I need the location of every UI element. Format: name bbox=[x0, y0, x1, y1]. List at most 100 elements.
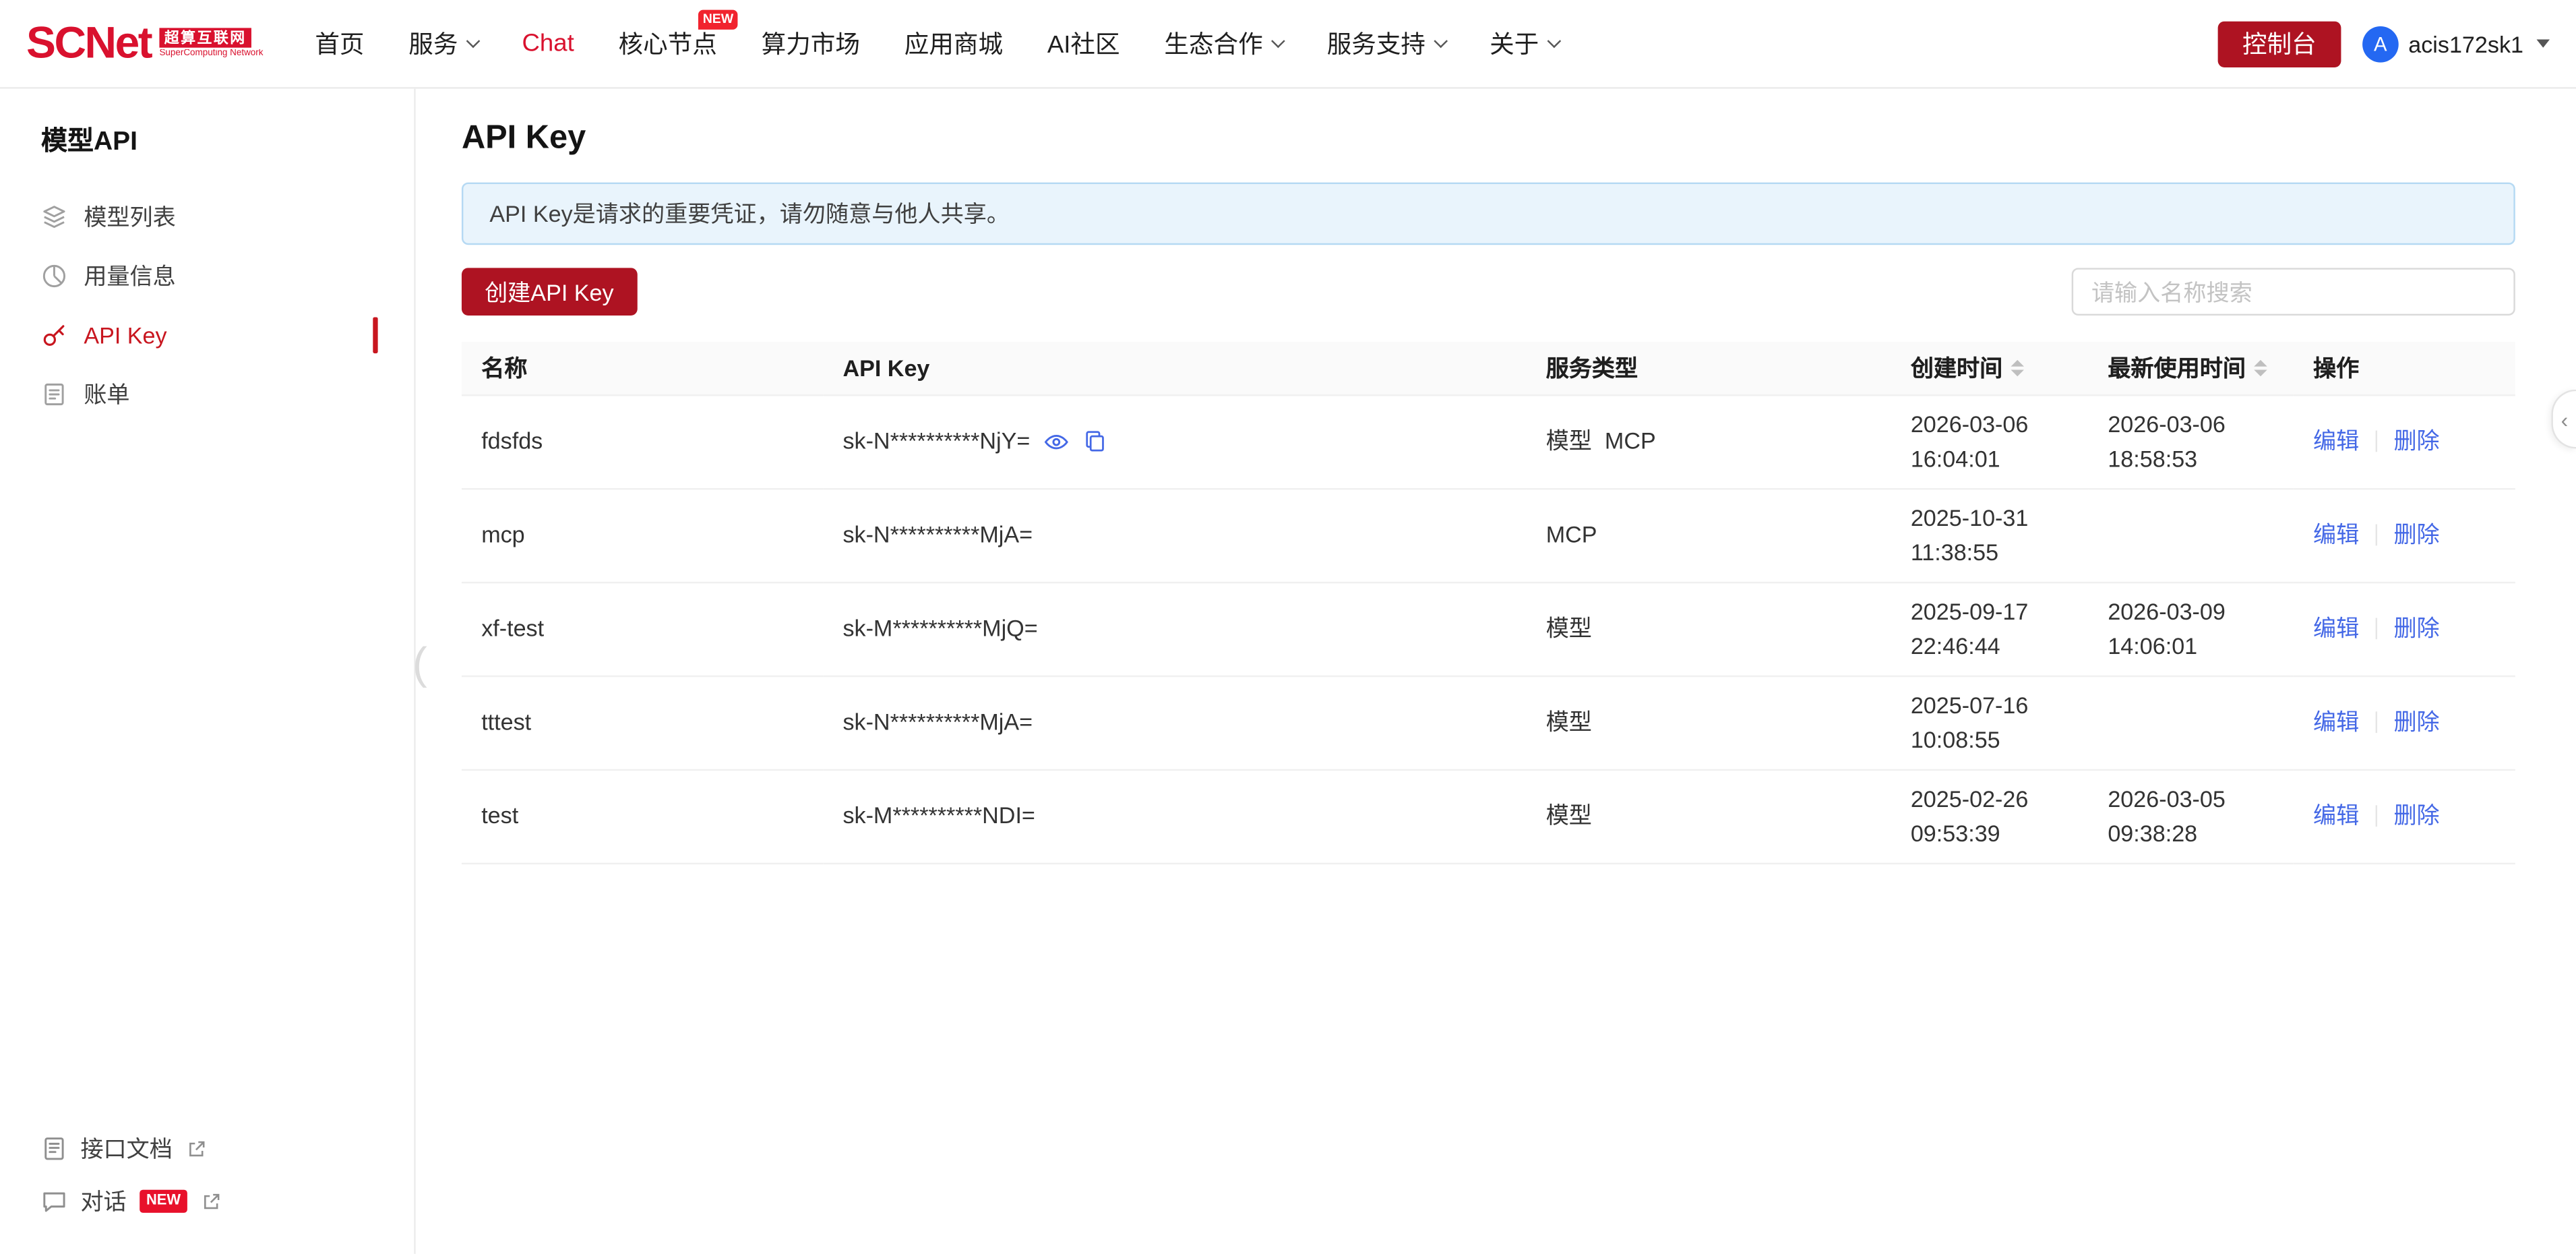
cell-service-type: 模型 bbox=[1526, 676, 1891, 769]
cell-name: xf-test bbox=[462, 582, 823, 676]
page-title: API Key bbox=[462, 115, 2515, 161]
date-line: 2026-03-06 bbox=[2108, 407, 2273, 441]
time-line: 11:38:55 bbox=[1911, 535, 2068, 569]
time-line: 09:53:39 bbox=[1911, 816, 2068, 850]
sort-desc-icon bbox=[2011, 369, 2025, 376]
username: acis172sk1 bbox=[2408, 30, 2523, 57]
cell-last-used-time bbox=[2088, 676, 2294, 769]
cell-actions: 编辑 删除 bbox=[2294, 394, 2515, 488]
date-line: 2025-07-16 bbox=[1911, 688, 2068, 722]
console-button[interactable]: 控制台 bbox=[2217, 20, 2341, 66]
search-input[interactable] bbox=[2072, 268, 2515, 316]
nav-item-home[interactable]: 首页 bbox=[315, 26, 364, 61]
nav-item-chat[interactable]: Chat bbox=[522, 30, 574, 57]
chat-icon bbox=[41, 1188, 67, 1214]
delete-link[interactable]: 删除 bbox=[2393, 709, 2439, 735]
nav-item-compute-market[interactable]: 算力市场 bbox=[762, 26, 860, 61]
model-list-icon bbox=[41, 204, 67, 230]
nav-item-label: 生态合作 bbox=[1164, 26, 1262, 61]
column-label: 名称 bbox=[481, 351, 527, 384]
time-line: 22:46:44 bbox=[1911, 628, 2068, 663]
time-line: 16:04:01 bbox=[1911, 441, 2068, 475]
sidebar-item-label: 接口文档 bbox=[80, 1132, 173, 1165]
nav-item-core-nodes[interactable]: 核心节点NEW bbox=[619, 26, 717, 61]
cell-api-key: sk-N**********NjY= bbox=[823, 394, 1526, 488]
sort-control[interactable] bbox=[2254, 359, 2267, 376]
nav-item-app-store[interactable]: 应用商城 bbox=[904, 26, 1003, 61]
cell-last-used-time: 2026-03-06 18:58:53 bbox=[2088, 394, 2294, 488]
edit-link[interactable]: 编辑 bbox=[2313, 427, 2359, 454]
create-api-key-button[interactable]: 创建API Key bbox=[462, 268, 637, 316]
logo-cn-label: 超算互联网 bbox=[159, 27, 251, 48]
copy-icon[interactable] bbox=[1082, 428, 1109, 454]
cell-last-used-time bbox=[2088, 488, 2294, 582]
cell-last-used-time: 2026-03-09 14:06:01 bbox=[2088, 582, 2294, 676]
app-root: SCNet 超算互联网 SuperComputing Network 首页 服务… bbox=[0, 0, 2576, 1254]
cell-created-time: 2025-09-17 22:46:44 bbox=[1891, 582, 2089, 676]
edit-link[interactable]: 编辑 bbox=[2313, 709, 2359, 735]
cell-name: mcp bbox=[462, 488, 823, 582]
info-alert: API Key是请求的重要凭证，请勿随意与他人共享。 bbox=[462, 183, 2515, 245]
chevron-down-icon bbox=[1547, 34, 1561, 49]
time-line: 09:38:28 bbox=[2108, 816, 2273, 850]
cell-service-type: 模型 bbox=[1526, 582, 1891, 676]
logo-text: SCNet bbox=[26, 22, 151, 66]
divider bbox=[2376, 618, 2377, 640]
date-line: 2025-10-31 bbox=[1911, 500, 2068, 535]
sort-asc-icon bbox=[2011, 359, 2025, 366]
table-row: tttest sk-N**********MjA= 模型 2025-07-16 … bbox=[462, 676, 2515, 769]
cell-created-time: 2025-07-16 10:08:55 bbox=[1891, 676, 2089, 769]
caret-down-icon bbox=[2537, 40, 2550, 48]
nav-item-services[interactable]: 服务 bbox=[408, 26, 477, 61]
column-label: 服务类型 bbox=[1546, 351, 1638, 384]
cell-name: fdsfds bbox=[462, 394, 823, 488]
column-label: API Key bbox=[842, 355, 929, 381]
nav-item-service-support[interactable]: 服务支持 bbox=[1327, 26, 1446, 61]
divider bbox=[2376, 525, 2377, 546]
cell-api-key: sk-M**********NDI= bbox=[823, 769, 1526, 863]
delete-link[interactable]: 删除 bbox=[2393, 802, 2439, 829]
edit-link[interactable]: 编辑 bbox=[2313, 615, 2359, 641]
column-label: 最新使用时间 bbox=[2108, 351, 2246, 384]
delete-link[interactable]: 删除 bbox=[2393, 427, 2439, 454]
scnet-logo[interactable]: SCNet 超算互联网 SuperComputing Network bbox=[26, 22, 272, 66]
eye-icon[interactable] bbox=[1043, 428, 1070, 454]
nav-item-about[interactable]: 关于 bbox=[1490, 26, 1558, 61]
sort-desc-icon bbox=[2254, 369, 2267, 376]
sidebar-item-billing[interactable]: 账单 bbox=[0, 365, 414, 424]
avatar: A bbox=[2362, 26, 2399, 62]
cell-actions: 编辑 删除 bbox=[2294, 676, 2515, 769]
sidebar-collapse-handle[interactable]: ( bbox=[412, 643, 427, 687]
delete-link[interactable]: 删除 bbox=[2393, 615, 2439, 641]
new-badge: NEW bbox=[140, 1190, 187, 1212]
cell-name: tttest bbox=[462, 676, 823, 769]
sort-asc-icon bbox=[2254, 359, 2267, 366]
sidebar-item-api-key[interactable]: API Key bbox=[0, 305, 414, 365]
api-key-masked: sk-N**********MjA= bbox=[842, 709, 1033, 735]
sidebar-item-api-docs[interactable]: 接口文档 bbox=[0, 1123, 414, 1175]
delete-link[interactable]: 删除 bbox=[2393, 521, 2439, 547]
main-content: API Key API Key是请求的重要凭证，请勿随意与他人共享。 创建API… bbox=[416, 89, 2576, 1254]
sidebar-item-label: API Key bbox=[84, 322, 166, 349]
key-icon bbox=[41, 322, 67, 349]
sidebar-footer: 接口文档 对话 NEW bbox=[0, 1123, 414, 1228]
column-header-name: 名称 bbox=[462, 342, 823, 394]
user-menu[interactable]: A acis172sk1 bbox=[2362, 26, 2550, 62]
table-row: fdsfds sk-N**********NjY= 模型 MCP 2026-03… bbox=[462, 394, 2515, 488]
date-line: 2026-03-09 bbox=[2108, 594, 2273, 628]
api-key-masked: sk-M**********NDI= bbox=[842, 802, 1035, 829]
nav-item-ai-community[interactable]: AI社区 bbox=[1047, 26, 1120, 61]
sidebar-item-usage[interactable]: 用量信息 bbox=[0, 247, 414, 306]
time-line: 10:08:55 bbox=[1911, 722, 2068, 756]
divider bbox=[2376, 711, 2377, 733]
sidebar-item-model-list[interactable]: 模型列表 bbox=[0, 187, 414, 247]
date-line: 2025-02-26 bbox=[1911, 781, 2068, 816]
edit-link[interactable]: 编辑 bbox=[2313, 521, 2359, 547]
edit-link[interactable]: 编辑 bbox=[2313, 802, 2359, 829]
time-line: 18:58:53 bbox=[2108, 441, 2273, 475]
cell-api-key: sk-N**********MjA= bbox=[823, 676, 1526, 769]
sort-control[interactable] bbox=[2011, 359, 2025, 376]
nav-item-label: 核心节点 bbox=[619, 26, 717, 61]
sidebar-item-chat[interactable]: 对话 NEW bbox=[0, 1175, 414, 1228]
nav-item-eco-cooperation[interactable]: 生态合作 bbox=[1164, 26, 1283, 61]
